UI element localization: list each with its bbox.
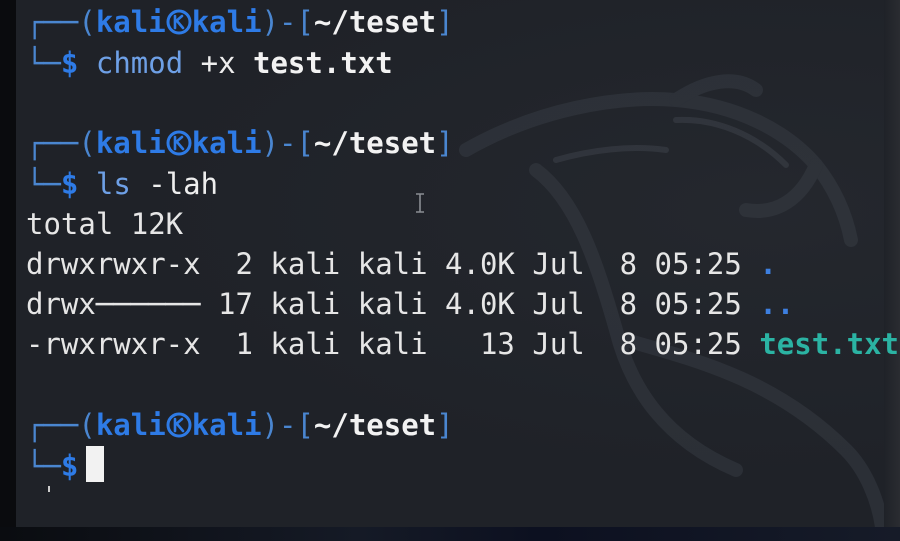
kali-at-icon xyxy=(166,130,192,156)
ls-row-details: drwxrwxr-x 2 kali kali 4.0K Jul 8 05:25 xyxy=(26,247,760,281)
text-ibeam-cursor-icon xyxy=(416,193,424,213)
prompt-bracket-close: ] xyxy=(436,408,454,442)
prompt-user: kali xyxy=(95,408,166,442)
prompt-host: kali xyxy=(191,5,262,39)
ls-row-details: drwx────── 17 kali kali 4.0K Jul 8 05:25 xyxy=(26,287,760,321)
prompt-box-bottom: └─ xyxy=(26,46,61,80)
prompt-box-top: ┌──( xyxy=(26,126,96,160)
prompt-sep: )-[ xyxy=(261,126,314,160)
prompt-sep: )-[ xyxy=(261,408,314,442)
prompt-user: kali xyxy=(95,126,166,160)
ls-row-details: -rwxrwxr-x 1 kali kali 13 Jul 8 05:25 xyxy=(26,327,760,361)
command-line-1: └─$ chmod +x test.txt xyxy=(26,43,393,83)
prompt-box-bottom: └─ xyxy=(26,449,61,483)
prompt-host: kali xyxy=(191,408,262,442)
command-name: ls xyxy=(95,167,131,201)
stray-mark xyxy=(48,486,50,492)
prompt-box-bottom: └─ xyxy=(26,167,61,201)
ls-row-name: .. xyxy=(759,287,795,321)
text-cursor xyxy=(86,446,105,482)
command-args: +x xyxy=(183,46,254,80)
ls-row: drwx────── 17 kali kali 4.0K Jul 8 05:25… xyxy=(26,284,794,324)
terminal-right-edge xyxy=(884,0,900,527)
prompt-dollar: $ xyxy=(60,167,79,201)
prompt-line-2: ┌──(kali kali)-[~/teset] xyxy=(26,123,454,163)
screen: ┌──(kali kali)-[~/teset] └─$ chmod +x tes… xyxy=(0,0,900,541)
prompt-line-1: ┌──(kali kali)-[~/teset] xyxy=(26,2,454,42)
ls-total: total 12K xyxy=(26,207,184,241)
prompt-box-top: ┌──( xyxy=(26,5,96,39)
ls-row: -rwxrwxr-x 1 kali kali 13 Jul 8 05:25 te… xyxy=(26,324,899,364)
prompt-line-3: ┌──(kali kali)-[~/teset] xyxy=(26,405,454,445)
command-args: -lah xyxy=(130,167,219,201)
command-line-3[interactable]: └─$ xyxy=(26,446,105,486)
prompt-path: ~/teset xyxy=(313,126,437,160)
prompt-user: kali xyxy=(95,5,166,39)
prompt-path: ~/teset xyxy=(313,5,437,39)
kali-at-icon xyxy=(166,412,192,438)
command-file-arg: test.txt xyxy=(253,46,393,80)
prompt-host: kali xyxy=(191,126,262,160)
desktop-left-edge xyxy=(0,0,16,541)
desktop-bottom-edge xyxy=(0,527,900,541)
terminal-window[interactable]: ┌──(kali kali)-[~/teset] └─$ chmod +x tes… xyxy=(16,0,900,527)
prompt-bracket-close: ] xyxy=(436,126,454,160)
ls-row: drwxrwxr-x 2 kali kali 4.0K Jul 8 05:25 … xyxy=(26,244,777,284)
prompt-dollar: $ xyxy=(60,46,79,80)
command-name: chmod xyxy=(95,46,184,80)
prompt-box-top: ┌──( xyxy=(26,408,96,442)
prompt-path: ~/teset xyxy=(313,408,437,442)
command-line-2: └─$ ls -lah xyxy=(26,164,218,204)
prompt-sep: )-[ xyxy=(261,5,314,39)
ls-row-name: test.txt xyxy=(759,327,899,361)
prompt-dollar: $ xyxy=(60,449,79,483)
kali-at-icon xyxy=(166,9,192,35)
prompt-bracket-close: ] xyxy=(436,5,454,39)
ls-row-name: . xyxy=(759,247,777,281)
